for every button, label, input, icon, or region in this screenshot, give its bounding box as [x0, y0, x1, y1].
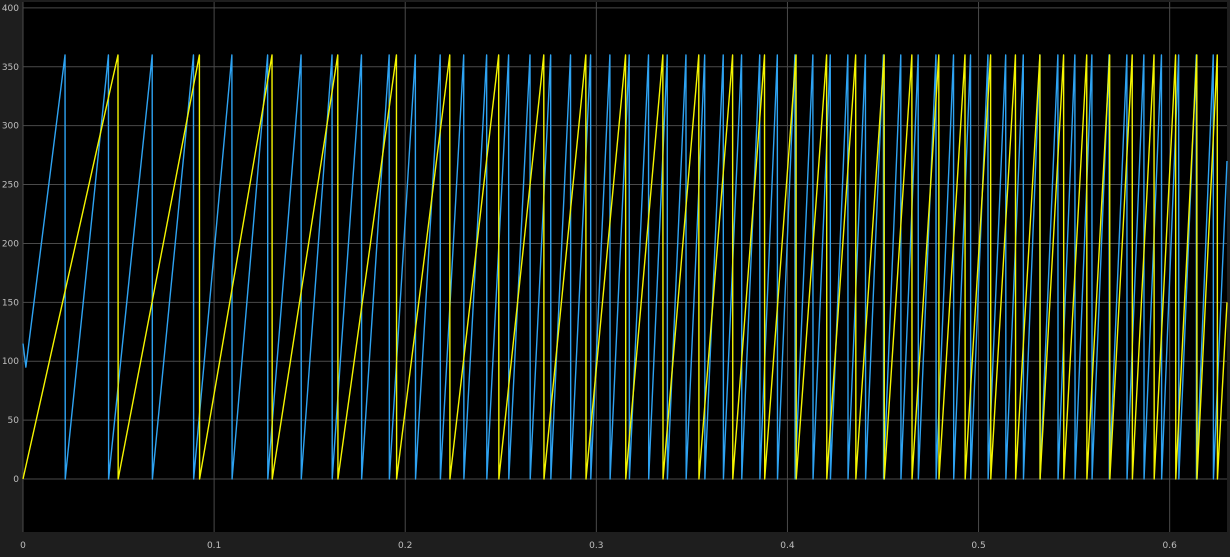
x-tick-label-1: 0.1 [207, 541, 221, 551]
y-tick-label-4: 200 [2, 239, 19, 249]
y-tick-label-0: 0 [13, 475, 19, 485]
y-tick-label-5: 250 [2, 181, 19, 191]
x-tick-label-4: 0.4 [780, 541, 795, 551]
scope-chart: 0 0.1 0.2 0.3 0.4 0.5 0.6 0 50 100 150 200 250 300 35… [0, 0, 1230, 553]
x-tick-label-5: 0.5 [971, 541, 985, 551]
x-tick-label-0: 0 [20, 541, 26, 551]
y-tick-label-1: 50 [8, 416, 20, 426]
scope-window: 0 0.1 0.2 0.3 0.4 0.5 0.6 0 50 100 150 200 250 300 35… [0, 0, 1230, 553]
x-tick-label-3: 0.3 [589, 541, 603, 551]
y-tick-label-2: 100 [2, 357, 19, 367]
y-tick-label-6: 300 [2, 122, 19, 132]
x-tick-label-2: 0.2 [398, 541, 412, 551]
y-tick-label-8: 400 [2, 4, 19, 14]
y-tick-label-3: 150 [2, 298, 19, 308]
y-tick-label-7: 350 [2, 63, 19, 73]
x-tick-label-6: 0.6 [1163, 541, 1178, 551]
